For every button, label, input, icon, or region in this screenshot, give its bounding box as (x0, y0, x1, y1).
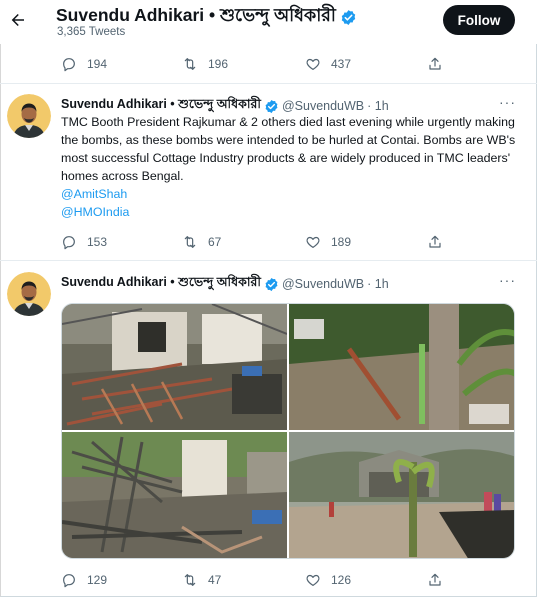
retweet-button[interactable]: 196 (182, 56, 228, 72)
retweet-icon (184, 236, 196, 248)
retweet-count: 196 (208, 57, 229, 71)
vegetation-debris-photo (289, 304, 514, 430)
retweet-icon (184, 58, 196, 70)
village-scene-photo (289, 432, 514, 558)
like-icon (306, 236, 320, 248)
like-count: 437 (331, 57, 352, 71)
avatar[interactable] (7, 272, 51, 316)
tweet-header: Suvendu Adhikari • শুভেন্দু অধিকারী @Suv… (61, 274, 389, 294)
retweet-button[interactable]: 47 (182, 572, 221, 588)
avatar[interactable] (7, 94, 51, 138)
share-button[interactable] (427, 234, 453, 250)
verified-badge-icon (341, 10, 356, 25)
tweet-text: TMC Booth President Rajkumar & 2 others … (61, 115, 516, 183)
tweet-body: TMC Booth President Rajkumar & 2 others … (61, 113, 521, 221)
media-photo-2[interactable] (289, 304, 514, 430)
author-handle[interactable]: @SuvenduWB (282, 99, 364, 113)
collapsed-roof-photo (62, 432, 287, 558)
author-name[interactable]: Suvendu Adhikari • শুভেন্দু অধিকারী (61, 274, 261, 294)
media-photo-3[interactable] (62, 432, 287, 558)
reply-button[interactable]: 129 (61, 572, 107, 588)
like-icon (306, 58, 320, 70)
back-button[interactable] (6, 8, 30, 32)
retweet-count: 47 (208, 573, 222, 587)
reply-icon (63, 574, 75, 588)
reply-button[interactable]: 194 (61, 56, 107, 72)
like-button[interactable]: 189 (305, 234, 351, 250)
reply-count: 153 (87, 235, 108, 249)
share-button[interactable] (427, 56, 453, 72)
media-photo-4[interactable] (289, 432, 514, 558)
mention-link-hmoindia[interactable]: @HMOIndia (61, 203, 521, 221)
retweet-count: 67 (208, 235, 222, 249)
share-icon (429, 57, 441, 70)
avatar-image (7, 94, 51, 138)
more-button[interactable]: ··· (499, 272, 516, 288)
media-grid (61, 303, 515, 559)
tweet-time[interactable]: · 1h (367, 277, 389, 291)
reply-count: 129 (87, 573, 108, 587)
back-arrow-icon (11, 14, 24, 26)
tweet-divider (0, 83, 537, 84)
like-icon (306, 574, 320, 586)
profile-header: Suvendu Adhikari • শুভেন্দু অধিকারী 3,36… (0, 0, 537, 44)
share-button[interactable] (427, 572, 453, 588)
like-button[interactable]: 126 (305, 572, 351, 588)
mention-link-amitshah[interactable]: @AmitShah (61, 185, 521, 203)
tweet-count: 3,365 Tweets (57, 26, 126, 38)
retweet-icon (184, 574, 196, 586)
share-icon (429, 235, 441, 248)
avatar-image (7, 272, 51, 316)
tweet-time[interactable]: · 1h (367, 99, 389, 113)
retweet-button[interactable]: 67 (182, 234, 221, 250)
author-handle[interactable]: @SuvenduWB (282, 277, 364, 291)
verified-badge-icon (265, 99, 278, 113)
reply-count: 194 (87, 57, 108, 71)
share-icon (429, 573, 441, 586)
verified-badge-icon (265, 277, 278, 291)
tweet-divider (0, 260, 537, 261)
like-button[interactable]: 437 (305, 56, 351, 72)
follow-button[interactable]: Follow (443, 5, 515, 35)
debris-photo (62, 304, 287, 430)
reply-button[interactable]: 153 (61, 234, 107, 250)
media-photo-1[interactable] (62, 304, 287, 430)
reply-icon (63, 58, 75, 72)
reply-icon (63, 236, 75, 250)
like-count: 126 (331, 573, 352, 587)
like-count: 189 (331, 235, 352, 249)
more-button[interactable]: ··· (499, 94, 516, 110)
